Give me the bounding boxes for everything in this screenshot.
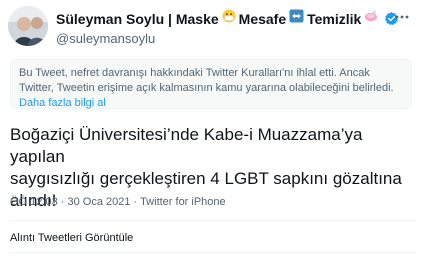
display-name[interactable]: Süleyman Soylu | Maske Mesafe Temizlik: [56, 9, 399, 28]
face-with-mask-icon: [222, 9, 236, 28]
tweet-meta: ÖÖ 12:03 · 30 Oca 2021 · Twitter for iPh…: [10, 196, 226, 208]
user-handle[interactable]: @suleymansoylu: [56, 31, 385, 46]
tweet-source[interactable]: Twitter for iPhone: [140, 196, 226, 208]
tweet-text-line: Boğaziçi Üniversitesi’nde Kabe-i Muazzam…: [10, 125, 363, 166]
avatar[interactable]: [8, 6, 48, 46]
tweet-date[interactable]: 30 Oca 2021: [67, 196, 130, 208]
divider: [10, 252, 415, 253]
display-name-part-2[interactable]: Mesafe: [239, 11, 286, 27]
tweet-header: Süleyman Soylu | Maske Mesafe Temizlik @…: [56, 9, 399, 46]
learn-more-link[interactable]: Daha fazla bilgi al: [19, 97, 106, 109]
notice-text: Bu Tweet, nefret davranışı hakkındaki Tw…: [19, 67, 394, 94]
avatar-photo: [8, 6, 48, 46]
divider: [10, 220, 415, 221]
tweet-card: Süleyman Soylu | Maske Mesafe Temizlik @…: [0, 0, 425, 257]
soap-icon: [364, 9, 378, 28]
left-right-arrow-icon: [289, 9, 304, 28]
display-name-part-1[interactable]: Süleyman Soylu | Maske: [56, 11, 219, 27]
meta-separator: ·: [130, 196, 141, 208]
tweet-text-line: saygısızlığı gerçekleştiren 4 LGBT sapkı…: [10, 169, 402, 188]
more-options-icon[interactable]: [393, 8, 411, 26]
public-interest-notice: Bu Tweet, nefret davranışı hakkındaki Tw…: [10, 59, 412, 109]
tweet-time[interactable]: ÖÖ 12:03: [10, 196, 58, 208]
display-name-part-3[interactable]: Temizlik: [307, 11, 361, 27]
view-quote-tweets-link[interactable]: Alıntı Tweetleri Görüntüle: [10, 232, 133, 244]
